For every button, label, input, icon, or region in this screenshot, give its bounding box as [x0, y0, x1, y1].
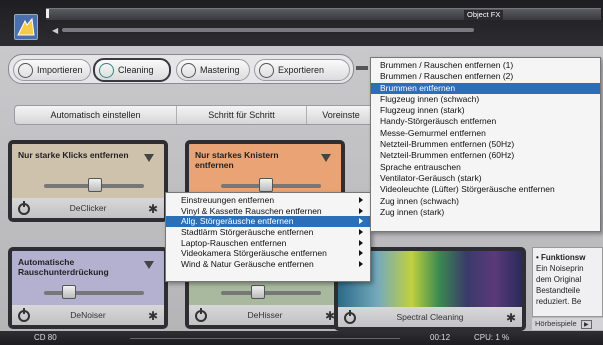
- declicker-card: Nur starke Klicks entfernen DeClicker ✱: [8, 140, 168, 222]
- slider-knob[interactable]: [62, 285, 76, 299]
- submenu-arrow-icon: [359, 261, 363, 268]
- effect-name: Spectral Cleaning: [396, 312, 464, 322]
- effect-name: DeHisser: [247, 310, 283, 320]
- submenu-item[interactable]: Zug innen (stark): [371, 207, 600, 218]
- menu-item[interactable]: Einstreuungen entfernen: [166, 195, 370, 206]
- info-line: Bestandteile: [536, 286, 581, 295]
- submenu-item[interactable]: Sprache entrauschen: [371, 162, 600, 173]
- menu-item[interactable]: Laptop-Rauschen entfernen: [166, 238, 370, 249]
- mode-schritt-fuer-schritt[interactable]: Schritt für Schritt: [177, 106, 307, 124]
- card-preset-title[interactable]: Automatische Rauschunterdrückung: [18, 257, 138, 277]
- card-footer: Spectral Cleaning ✱: [338, 307, 522, 327]
- card-footer: DeHisser ✱: [189, 305, 341, 325]
- play-icon[interactable]: ▶: [580, 319, 592, 329]
- menu-item-highlighted[interactable]: Allg. Störgeräusche entfernen: [166, 216, 370, 228]
- strength-slider[interactable]: [44, 291, 144, 295]
- tab-importieren[interactable]: Importieren: [13, 59, 91, 81]
- card-preset-title[interactable]: Nur starke Klicks entfernen: [18, 150, 138, 160]
- menu-item[interactable]: Videokamera Störgeräusche entfernen: [166, 248, 370, 259]
- submenu-arrow-icon: [359, 239, 363, 246]
- effect-name: DeNoiser: [70, 310, 106, 320]
- submenu-item[interactable]: Netzteil-Brummen entfernen (50Hz): [371, 139, 600, 150]
- preset-dropdown-icon[interactable]: [144, 154, 154, 162]
- preset-dropdown-icon[interactable]: [144, 261, 154, 269]
- submenu-item[interactable]: Zug innen (schwach): [371, 196, 600, 207]
- cd-indicator: CD 80: [34, 333, 57, 342]
- app-logo-icon[interactable]: [14, 14, 38, 40]
- mode-voreinstellungen[interactable]: Voreinste: [307, 106, 375, 124]
- slider-knob[interactable]: [88, 178, 102, 192]
- card-preset-title[interactable]: Nur starkes Knistern entfernen: [195, 150, 315, 170]
- playhead-marker[interactable]: [46, 9, 49, 18]
- submenu-item-highlighted[interactable]: Brummen entfernen: [371, 82, 600, 94]
- tab-exportieren[interactable]: Exportieren: [254, 59, 350, 81]
- mastering-icon: [181, 62, 196, 78]
- submenu-item[interactable]: Netzteil-Brummen entfernen (60Hz): [371, 150, 600, 161]
- mode-selector: Automatisch einstellen Schritt für Schri…: [14, 105, 374, 125]
- menu-item[interactable]: Vinyl & Kassette Rauschen entfernen: [166, 206, 370, 217]
- submenu-item[interactable]: Messe-Gemurmel entfernen: [371, 128, 600, 139]
- submenu-arrow-icon: [359, 207, 363, 214]
- time-readout: 00:12: [430, 333, 451, 342]
- info-panel: • Funktionsw Ein Noiseprin dem Original …: [532, 247, 603, 317]
- scroll-thumb[interactable]: [62, 28, 474, 32]
- submenu-item[interactable]: Brummen / Rauschen entfernen (1): [371, 60, 600, 71]
- submenu-item[interactable]: Flugzeug innen (schwach): [371, 94, 600, 105]
- submenu-arrow-icon: [359, 229, 363, 236]
- denoiser-card: Automatische Rauschunterdrückung DeNoise…: [8, 247, 168, 329]
- slider-knob[interactable]: [251, 285, 265, 299]
- tab-label: Exportieren: [278, 65, 325, 75]
- object-fx-label[interactable]: Object FX: [464, 10, 504, 20]
- submenu-item[interactable]: Brummen / Rauschen entfernen (2): [371, 71, 600, 82]
- slider-knob[interactable]: [259, 178, 273, 192]
- cleaning-icon: [99, 62, 114, 78]
- submenu-item[interactable]: Flugzeug innen (stark): [371, 105, 600, 116]
- mode-automatisch[interactable]: Automatisch einstellen: [15, 106, 177, 124]
- submenu-arrow-icon: [359, 218, 363, 225]
- context-menu: Einstreuungen entfernen Vinyl & Kassette…: [165, 192, 371, 282]
- info-line: dem Original: [536, 275, 582, 284]
- submenu-item[interactable]: Ventilator-Geräusch (stark): [371, 173, 600, 184]
- info-line: reduziert. Be: [536, 297, 582, 306]
- gear-icon[interactable]: ✱: [148, 203, 158, 215]
- tab-cleaning[interactable]: Cleaning: [93, 58, 171, 82]
- hoerbeispiele-label: Hörbeispiele: [535, 319, 577, 328]
- submenu-arrow-icon: [359, 250, 363, 257]
- info-title: • Funktionsw: [536, 253, 586, 262]
- strength-slider[interactable]: [221, 291, 321, 295]
- scroll-left-arrow-icon[interactable]: ◀: [52, 26, 58, 35]
- preset-submenu: Brummen / Rauschen entfernen (1) Brummen…: [370, 57, 601, 232]
- submenu-item[interactable]: Handy-Störgeräusch entfernen: [371, 116, 600, 127]
- status-bar: CD 80 00:12 CPU: 1 %: [0, 331, 603, 345]
- progress-track: [130, 338, 400, 339]
- tab-label: Importieren: [37, 65, 83, 75]
- gear-icon[interactable]: ✱: [148, 310, 158, 322]
- menu-item[interactable]: Stadtlärm Störgeräusche entfernen: [166, 227, 370, 238]
- tab-label: Cleaning: [118, 65, 154, 75]
- tab-label: Mastering: [200, 65, 240, 75]
- export-icon: [259, 62, 274, 78]
- card-footer: DeClicker ✱: [12, 198, 164, 218]
- menu-item[interactable]: Wind & Natur Geräusche entfernen: [166, 259, 370, 270]
- info-line: Ein Noiseprin: [536, 264, 584, 273]
- tab-mastering[interactable]: Mastering: [176, 59, 250, 81]
- gear-icon[interactable]: ✱: [506, 312, 516, 324]
- submenu-item[interactable]: Videoleuchte (Lüfter) Störgeräusche entf…: [371, 184, 600, 195]
- submenu-arrow-icon: [359, 197, 363, 203]
- panel-splitter[interactable]: [356, 66, 368, 70]
- preset-dropdown-icon[interactable]: [321, 154, 331, 162]
- import-icon: [18, 62, 33, 78]
- timeline-ruler[interactable]: [46, 8, 601, 20]
- hoerbeispiele-bar: Hörbeispiele ▶: [532, 318, 603, 330]
- effect-name: DeClicker: [69, 203, 107, 213]
- cpu-readout: CPU: 1 %: [474, 333, 510, 342]
- top-toolbar: [0, 0, 603, 46]
- card-footer: DeNoiser ✱: [12, 305, 164, 325]
